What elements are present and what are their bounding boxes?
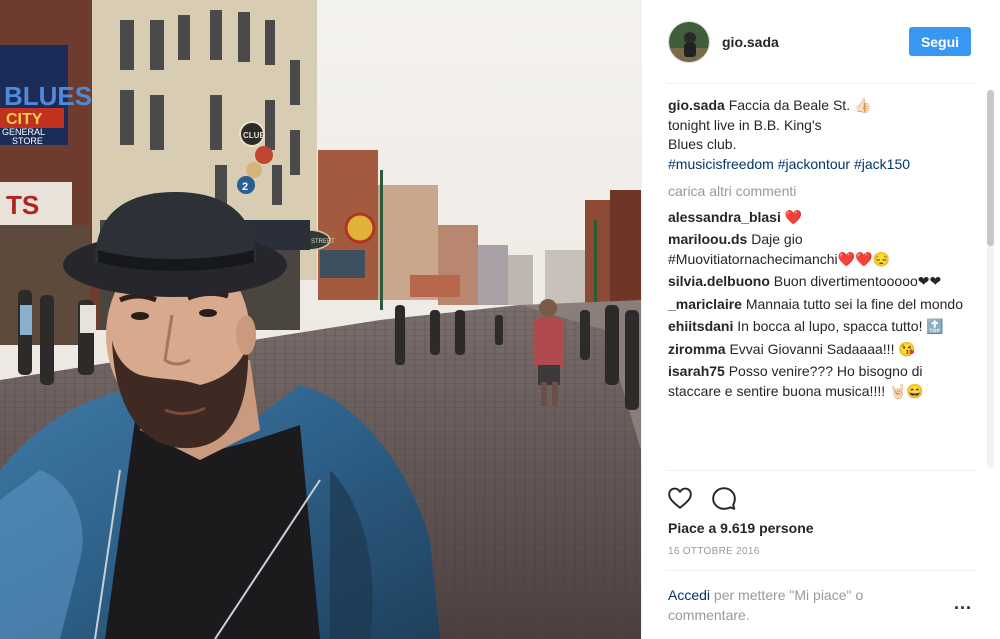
post-header: gio.sada Segui	[642, 0, 1000, 84]
post-author-username[interactable]: gio.sada	[722, 34, 779, 50]
comment: ehiitsdani In bocca al lupo, spacca tutt…	[668, 317, 968, 337]
caption: gio.sada Faccia da Beale St. 👍🏻 tonight …	[668, 96, 968, 174]
comment: alessandra_blasi ❤️	[668, 208, 968, 228]
comment-username[interactable]: ehiitsdani	[668, 318, 733, 334]
comment-username[interactable]: mariloou.ds	[668, 231, 747, 247]
comment-text: Mannaia tutto sei la fine del mondo	[745, 295, 963, 312]
comment-text: ❤️	[784, 208, 803, 225]
login-link[interactable]: Accedi	[668, 587, 710, 603]
comments-list: gio.sada Faccia da Beale St. 👍🏻 tonight …	[668, 96, 968, 476]
street-photo-illustration: BLUES CITY GENERAL STORE TS CLUB 2 BEALE…	[0, 0, 641, 639]
comment: silvia.delbuono Buon divertimentooooo❤❤	[668, 272, 968, 292]
post-actions: Piace a 9.619 persone 16 OTTOBRE 2016	[666, 470, 976, 580]
comment-text: In bocca al lupo, spacca tutto! 🔝	[737, 318, 944, 334]
load-more-comments-link[interactable]: carica altri commenti	[668, 182, 968, 202]
caption-username[interactable]: gio.sada	[668, 97, 725, 113]
instagram-post: BLUES CITY GENERAL STORE TS CLUB 2 BEALE…	[0, 0, 1000, 639]
post-side-panel: gio.sada Segui gio.sada Faccia da Beale …	[641, 0, 1000, 639]
comment-username[interactable]: alessandra_blasi	[668, 209, 781, 225]
likes-count[interactable]: Piace a 9.619 persone	[668, 520, 814, 536]
like-button[interactable]	[666, 484, 694, 512]
comment-username[interactable]: silvia.delbuono	[668, 273, 770, 289]
comment-icon	[712, 487, 736, 510]
heart-icon	[668, 487, 692, 509]
comment-username[interactable]: ziromma	[668, 341, 726, 357]
follow-button[interactable]: Segui	[909, 27, 971, 56]
action-icons	[666, 484, 738, 512]
comment-username[interactable]: isarah75	[668, 363, 725, 379]
avatar-image	[669, 22, 709, 62]
login-prompt-text: Accedi per mettere "Mi piace" o commenta…	[668, 586, 918, 625]
comment: mariloou.ds Daje gio #Muovitiatornacheci…	[668, 230, 968, 269]
post-photo[interactable]: BLUES CITY GENERAL STORE TS CLUB 2 BEALE…	[0, 0, 641, 639]
caption-line3: Blues club.	[668, 136, 737, 152]
more-options-icon[interactable]: ...	[954, 594, 972, 612]
comment-username[interactable]: _mariclaire	[668, 296, 742, 312]
sign-blues: BLUES	[4, 81, 92, 111]
sign-store-line2: STORE	[12, 136, 43, 146]
comment: isarah75 Posso venire??? Ho bisogno di s…	[668, 362, 968, 401]
sign-city: CITY	[6, 111, 43, 128]
sign-club-number: 2	[242, 181, 248, 193]
sign-club: CLUB	[243, 131, 265, 140]
comment: _mariclaire Mannaia tutto sei la fine de…	[668, 295, 968, 315]
sign-ts: TS	[6, 190, 39, 220]
comment: ziromma Evvai Giovanni Sadaaaa!!! 😘	[668, 340, 968, 360]
scrollbar-thumb[interactable]	[987, 90, 994, 246]
comment-button[interactable]	[710, 484, 738, 512]
caption-line1: Faccia da Beale St. 👍🏻	[728, 97, 872, 113]
comment-text: Buon divertimentooooo❤❤	[773, 273, 942, 289]
avatar[interactable]	[668, 21, 710, 63]
caption-line2: tonight live in B.B. King's	[668, 116, 822, 133]
comment-text: Evvai Giovanni Sadaaaa!!! 😘	[729, 340, 916, 357]
comments-scrollbar[interactable]	[987, 90, 994, 468]
login-prompt: Accedi per mettere "Mi piace" o commenta…	[666, 570, 976, 630]
caption-hashtags[interactable]: #musicisfreedom #jackontour #jack150	[668, 156, 910, 172]
post-date[interactable]: 16 OTTOBRE 2016	[668, 546, 760, 557]
